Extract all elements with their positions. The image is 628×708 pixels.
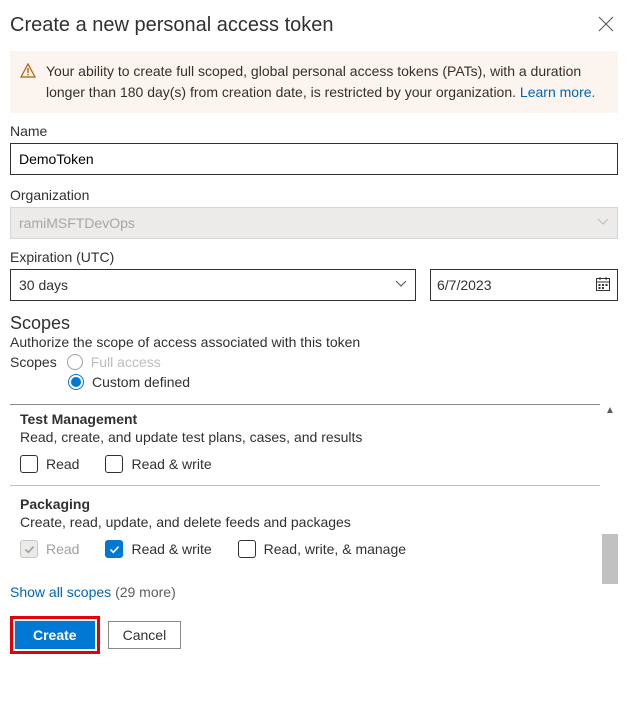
scope-group-test-management: Test Management Read, create, and update…: [10, 405, 600, 485]
checkbox-icon: [20, 540, 38, 558]
scopes-label: Scopes: [10, 354, 57, 370]
create-button[interactable]: Create: [15, 621, 95, 649]
name-input[interactable]: [10, 143, 618, 175]
checkbox-icon: [20, 455, 38, 473]
radio-full-access-label: Full access: [91, 354, 161, 370]
chevron-down-icon: [395, 277, 407, 293]
scope-group-packaging: Packaging Create, read, update, and dele…: [10, 485, 600, 570]
warning-icon: [20, 63, 36, 103]
scopes-heading: Scopes: [10, 313, 618, 334]
expiration-date-value: 6/7/2023: [437, 277, 492, 293]
create-highlight: Create: [10, 616, 100, 654]
scrollbar-thumb[interactable]: [602, 534, 618, 584]
radio-custom-defined-label: Custom defined: [92, 374, 190, 390]
scope-title: Packaging: [20, 496, 600, 512]
chevron-down-icon: [597, 215, 609, 231]
expiration-value: 30 days: [19, 277, 68, 293]
scroll-up-arrow[interactable]: ▲: [604, 405, 616, 417]
checkbox-icon: [105, 540, 123, 558]
expiration-select[interactable]: 30 days: [10, 269, 416, 301]
scopes-subheading: Authorize the scope of access associated…: [10, 334, 618, 350]
checkbox-icon: [105, 455, 123, 473]
name-label: Name: [10, 123, 618, 139]
expiration-date-input[interactable]: 6/7/2023: [430, 269, 618, 301]
radio-custom-defined[interactable]: [68, 374, 84, 390]
checkbox-packaging-read: Read: [20, 540, 79, 558]
page-title: Create a new personal access token: [10, 14, 334, 37]
checkbox-packaging-manage[interactable]: Read, write, & manage: [238, 540, 406, 558]
org-value: ramiMSFTDevOps: [19, 215, 135, 231]
checkbox-test-readwrite[interactable]: Read & write: [105, 455, 211, 473]
scope-desc: Create, read, update, and delete feeds a…: [20, 514, 600, 530]
learn-more-link[interactable]: Learn more.: [520, 84, 595, 100]
scopes-scroll-area: ▲ ▼ Test Management Read, create, and up…: [10, 404, 618, 570]
expiration-label: Expiration (UTC): [10, 249, 618, 265]
scope-desc: Read, create, and update test plans, cas…: [20, 429, 600, 445]
scope-title: Test Management: [20, 411, 600, 427]
radio-full-access: [67, 354, 83, 370]
restriction-banner: Your ability to create full scoped, glob…: [10, 51, 618, 113]
org-select: ramiMSFTDevOps: [10, 207, 618, 239]
show-all-scopes-link[interactable]: Show all scopes: [10, 584, 111, 600]
scopes-remaining-count: (29 more): [115, 584, 176, 600]
checkbox-test-read[interactable]: Read: [20, 455, 79, 473]
org-label: Organization: [10, 187, 618, 203]
checkbox-packaging-readwrite[interactable]: Read & write: [105, 540, 211, 558]
cancel-button[interactable]: Cancel: [108, 621, 182, 649]
banner-text: Your ability to create full scoped, glob…: [46, 63, 581, 100]
close-icon: [598, 16, 614, 32]
calendar-icon[interactable]: [595, 276, 611, 295]
close-button[interactable]: [594, 12, 618, 39]
checkbox-icon: [238, 540, 256, 558]
